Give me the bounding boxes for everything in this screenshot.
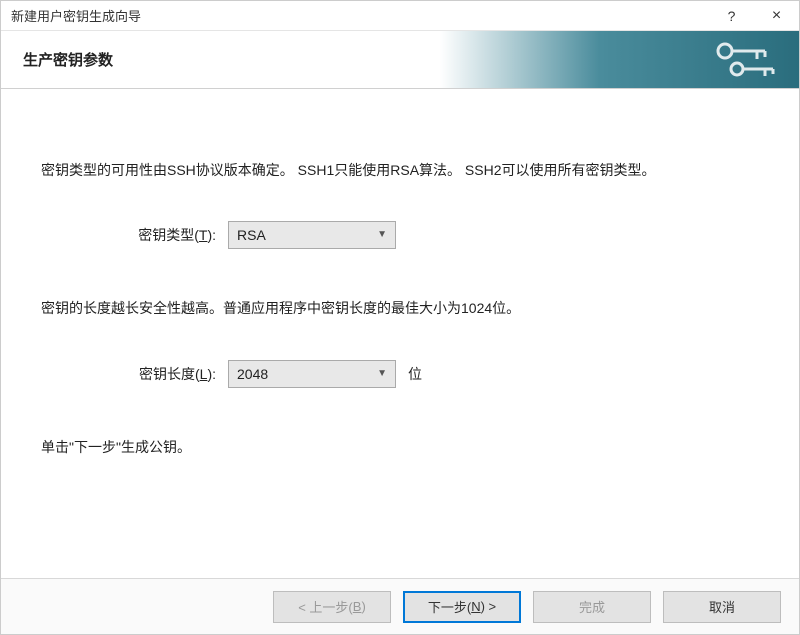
close-icon: × (772, 7, 781, 25)
window-title: 新建用户密钥生成向导 (11, 6, 709, 25)
key-type-label: 密钥类型(T): (133, 224, 228, 246)
key-type-select[interactable]: RSA ▼ (228, 221, 396, 249)
key-length-row: 密钥长度(L): 2048 ▼ 位 (41, 360, 759, 388)
key-length-description: 密钥的长度越长安全性越高。普通应用程序中密钥长度的最佳大小为1024位。 (41, 297, 759, 319)
next-button[interactable]: 下一步(N) > (403, 591, 521, 623)
button-bar: < 上一步(B) 下一步(N) > 完成 取消 (1, 578, 799, 634)
wizard-header-title: 生产密钥参数 (23, 49, 113, 70)
help-icon: ? (728, 8, 736, 24)
cancel-button[interactable]: 取消 (663, 591, 781, 623)
finish-button: 完成 (533, 591, 651, 623)
content-area: 密钥类型的可用性由SSH协议版本确定。 SSH1只能使用RSA算法。 SSH2可… (1, 89, 799, 578)
keys-icon (707, 39, 787, 84)
help-button[interactable]: ? (709, 1, 754, 31)
chevron-down-icon: ▼ (377, 227, 387, 243)
titlebar: 新建用户密钥生成向导 ? × (1, 1, 799, 31)
key-length-value: 2048 (237, 363, 377, 385)
key-type-row: 密钥类型(T): RSA ▼ (41, 221, 759, 249)
key-length-unit: 位 (408, 363, 422, 385)
chevron-down-icon: ▼ (377, 366, 387, 382)
next-step-hint: 单击"下一步"生成公钥。 (41, 436, 759, 458)
close-button[interactable]: × (754, 1, 799, 31)
key-type-value: RSA (237, 224, 377, 246)
key-length-select[interactable]: 2048 ▼ (228, 360, 396, 388)
back-button: < 上一步(B) (273, 591, 391, 623)
wizard-header: 生产密钥参数 (1, 31, 799, 89)
key-type-description: 密钥类型的可用性由SSH协议版本确定。 SSH1只能使用RSA算法。 SSH2可… (41, 159, 759, 181)
key-length-label: 密钥长度(L): (133, 363, 228, 385)
wizard-window: 新建用户密钥生成向导 ? × 生产密钥参数 (0, 0, 800, 635)
